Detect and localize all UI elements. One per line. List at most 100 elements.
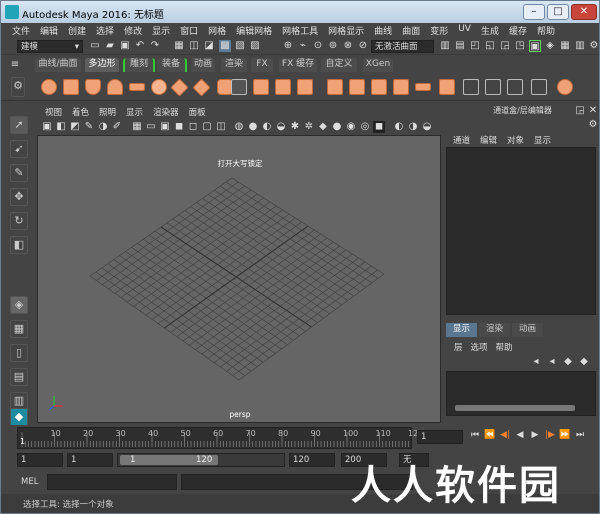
separate-icon[interactable]	[253, 79, 269, 95]
hypershade-icon[interactable]: ◲	[499, 40, 511, 52]
render-current-icon[interactable]: ▤	[454, 40, 466, 52]
scale-tool-icon[interactable]: ◧	[10, 236, 28, 254]
live-surface-field[interactable]: 无激活曲面	[371, 40, 434, 53]
menu-edit-mesh[interactable]: 编辑网格	[231, 23, 277, 38]
spherical-map-icon[interactable]	[507, 79, 523, 95]
layer-menu-help[interactable]: 帮助	[492, 341, 517, 353]
animation-start-field[interactable]: 1	[17, 453, 63, 467]
viewport-menu-view[interactable]: 视图	[40, 105, 67, 118]
xray-icon[interactable]: ◑	[407, 121, 419, 133]
shelf-tab-animation[interactable]: 动画	[191, 58, 215, 72]
menu-mesh[interactable]: 网格	[203, 23, 231, 38]
depth-of-field-icon[interactable]: ◼	[373, 121, 385, 133]
menu-generate[interactable]: 生成	[476, 23, 504, 38]
filter2-icon[interactable]: ▨	[249, 40, 261, 52]
shelf-tab-rendering[interactable]: 渲染	[221, 58, 247, 72]
move-layer-down-icon[interactable]: ◂	[546, 356, 558, 368]
new-scene-icon[interactable]: ▭	[89, 40, 101, 52]
shelf-tab-xgen[interactable]: XGen	[363, 58, 393, 72]
history-icon[interactable]: ▥	[439, 40, 451, 52]
poly-pyramid-icon[interactable]	[192, 78, 211, 97]
snap-view-icon[interactable]: ⊚	[327, 40, 339, 52]
render-view-icon[interactable]: ◳	[514, 40, 526, 52]
two-view-icon[interactable]: ▯	[10, 344, 28, 362]
menu-cache[interactable]: 缓存	[504, 23, 532, 38]
channel-box-icon[interactable]: ▥	[574, 40, 586, 52]
use-all-lights-icon[interactable]: ✲	[303, 121, 315, 133]
snap-point-icon[interactable]: ⊙	[312, 40, 324, 52]
paint-select-tool-icon[interactable]: ✎	[10, 164, 28, 182]
poly-cone-icon[interactable]	[107, 79, 123, 95]
shelf-tab-fx-caching[interactable]: FX 缓存	[279, 58, 317, 72]
render-settings-icon[interactable]: ◱	[484, 40, 496, 52]
settings-gear-icon[interactable]: ⚙	[588, 40, 599, 52]
uv-editor-icon[interactable]	[557, 79, 573, 95]
maximize-button[interactable]: □	[547, 4, 569, 20]
merge-icon[interactable]	[439, 79, 455, 95]
select-tool-icon[interactable]: ➚	[10, 116, 28, 134]
mash-icon[interactable]: ◆	[10, 408, 28, 426]
menu-help[interactable]: 帮助	[532, 23, 560, 38]
safe-action-icon[interactable]: ▢	[201, 121, 213, 133]
shelf-tab-custom[interactable]: 自定义	[321, 58, 357, 72]
extrude-icon[interactable]	[349, 79, 365, 95]
menu-file[interactable]: 文件	[7, 23, 35, 38]
bevel-icon[interactable]	[393, 79, 409, 95]
menu-display[interactable]: 显示	[147, 23, 175, 38]
use-default-material-icon[interactable]: ◐	[261, 121, 273, 133]
perspective-viewport[interactable]: 打开大写锁定 persp	[37, 135, 441, 423]
current-frame-field[interactable]: 1	[417, 430, 463, 444]
go-to-start-icon[interactable]: ⏮	[469, 429, 481, 441]
viewport-menu-lighting[interactable]: 照明	[94, 105, 121, 118]
select-camera-icon[interactable]: ▣	[41, 121, 53, 133]
wireframe-on-shaded-icon[interactable]: ◒	[275, 121, 287, 133]
layer-menu-layers[interactable]: 层	[450, 341, 467, 353]
ambient-occlusion-icon[interactable]: ●	[331, 121, 343, 133]
two-d-pan-icon[interactable]: ◑	[97, 121, 109, 133]
wireframe-icon[interactable]: ◍	[233, 121, 245, 133]
rotate-tool-icon[interactable]: ↻	[10, 212, 28, 230]
filter-icon[interactable]: ▧	[234, 40, 246, 52]
move-tool-icon[interactable]: ✥	[10, 188, 28, 206]
viewport-menu-shading[interactable]: 着色	[67, 105, 94, 118]
snap-curve-icon[interactable]: ⌁	[297, 40, 309, 52]
new-empty-layer-icon[interactable]: ◆	[562, 356, 574, 368]
poly-plane-icon[interactable]	[129, 83, 145, 91]
persp-outliner-icon[interactable]: ▤	[10, 368, 28, 386]
step-back-key-icon[interactable]: ⏪	[484, 429, 496, 441]
mode-selector[interactable]: 建模 ▾	[17, 40, 83, 53]
command-input[interactable]	[47, 474, 177, 490]
menu-edit[interactable]: 编辑	[35, 23, 63, 38]
play-forwards-icon[interactable]: ▶	[529, 429, 541, 441]
shelf-tab-curves-surfaces[interactable]: 曲线/曲面	[35, 58, 81, 72]
anti-aliasing-icon[interactable]: ◎	[359, 121, 371, 133]
film-gate-icon[interactable]: ▭	[145, 121, 157, 133]
menu-deform[interactable]: 变形	[425, 23, 453, 38]
safe-title-icon[interactable]: ◫	[215, 121, 227, 133]
viewport-menu-show[interactable]: 显示	[121, 105, 148, 118]
playback-end-field[interactable]: 120	[289, 453, 335, 467]
xray-joints-icon[interactable]: ◒	[421, 121, 433, 133]
time-slider[interactable]: 1 10 20 30 40 50 60 70 80 90 100 110 12	[17, 427, 418, 449]
shelf-gear-icon[interactable]: ⚙	[11, 77, 25, 97]
step-back-frame-icon[interactable]: ◀|	[499, 429, 511, 441]
float-panel-icon[interactable]: ◲	[574, 105, 586, 117]
lasso-tool-icon[interactable]: ➹	[10, 140, 28, 158]
isolate-select-icon[interactable]: ◐	[393, 121, 405, 133]
playback-start-field[interactable]: 1	[67, 453, 113, 467]
menu-modify[interactable]: 修改	[119, 23, 147, 38]
channel-menu-show[interactable]: 显示	[529, 133, 556, 146]
play-backwards-icon[interactable]: ◀	[514, 429, 526, 441]
viewport-menu-renderer[interactable]: 渲染器	[148, 105, 184, 118]
menu-select[interactable]: 选择	[91, 23, 119, 38]
textured-icon[interactable]: ✱	[289, 121, 301, 133]
menu-uv[interactable]: UV	[453, 23, 476, 38]
channel-list[interactable]	[446, 147, 596, 315]
layer-list-scrollbar[interactable]	[455, 405, 575, 411]
shelf-tab-rigging[interactable]: 装备	[157, 58, 187, 72]
bookmarks-icon[interactable]: ◩	[69, 121, 81, 133]
channel-menu-edit[interactable]: 编辑	[475, 133, 502, 146]
channel-menu-channels[interactable]: 通道	[448, 133, 475, 146]
fill-hole-icon[interactable]	[415, 83, 431, 91]
menu-windows[interactable]: 窗口	[175, 23, 203, 38]
